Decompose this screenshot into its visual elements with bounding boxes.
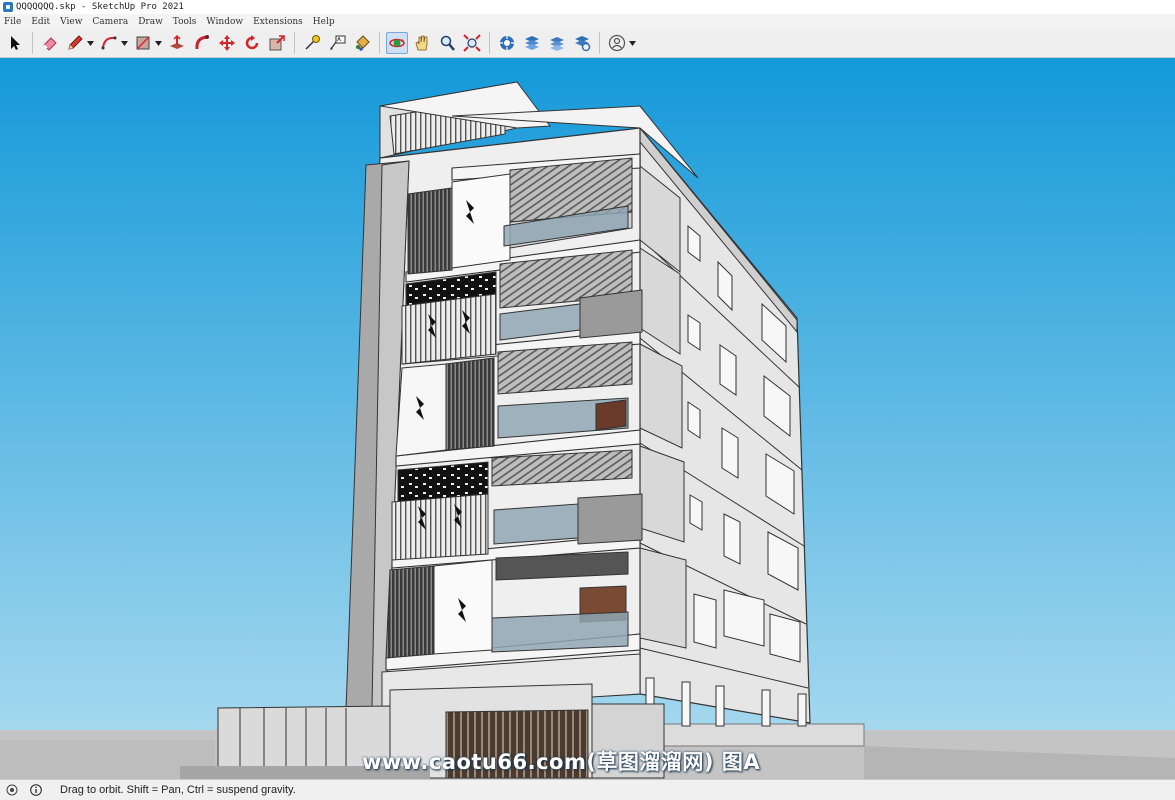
- rotate-tool[interactable]: [241, 32, 263, 54]
- orbit-icon: [389, 38, 405, 48]
- screen-panel: [385, 565, 435, 659]
- extension-warehouse-tool[interactable]: [521, 32, 543, 54]
- push-pull-tool[interactable]: [166, 32, 188, 54]
- menu-draw[interactable]: Draw: [134, 17, 169, 27]
- main-toolbar: [0, 29, 1175, 58]
- arrow-cursor-icon: [11, 36, 20, 50]
- follow-me-icon: [195, 35, 209, 50]
- warehouse-icon: [500, 36, 514, 50]
- pencil-icon: [68, 35, 83, 50]
- status-geolocation-icon[interactable]: [6, 784, 18, 796]
- wooden-door: [595, 399, 627, 431]
- warehouse-tool[interactable]: [496, 32, 518, 54]
- layout-icon: [550, 37, 564, 51]
- menu-edit[interactable]: Edit: [27, 17, 56, 27]
- status-bar: Drag to orbit. Shift = Pan, Ctrl = suspe…: [0, 779, 1175, 800]
- menu-file[interactable]: File: [0, 17, 27, 27]
- line-tool-dropdown[interactable]: [86, 32, 94, 54]
- screen-panel: [445, 357, 495, 451]
- chevron-down-icon: [154, 40, 162, 46]
- scale-tool[interactable]: [266, 32, 288, 54]
- toolbar-separator: [32, 32, 33, 54]
- wall-panel: [395, 363, 447, 457]
- screen-panel: [407, 187, 453, 275]
- zoom-extents-tool[interactable]: [461, 32, 483, 54]
- vertical-louver-panel: [401, 293, 497, 365]
- move-tool[interactable]: [216, 32, 238, 54]
- chevron-down-icon: [86, 40, 94, 46]
- line-tool[interactable]: [64, 32, 86, 54]
- pan-tool[interactable]: [411, 32, 433, 54]
- rectangle-icon: [136, 36, 150, 50]
- menu-view[interactable]: View: [56, 17, 88, 27]
- status-message: Drag to orbit. Shift = Pan, Ctrl = suspe…: [60, 784, 296, 796]
- zoom-extents-icon: [463, 34, 481, 52]
- menu-window[interactable]: Window: [202, 17, 249, 27]
- select-tool[interactable]: [4, 32, 26, 54]
- menu-camera[interactable]: Camera: [88, 17, 134, 27]
- info-icon: [30, 784, 42, 796]
- rotate-icon: [245, 35, 259, 50]
- planter-box: [579, 289, 643, 339]
- planter-box: [577, 493, 643, 545]
- zoom-tool[interactable]: [436, 32, 458, 54]
- text-icon: [330, 35, 346, 50]
- info-icon[interactable]: [30, 784, 42, 796]
- eraser-icon: [43, 37, 57, 51]
- wall-panel: [451, 173, 511, 269]
- window-title: QQQQQQQ.skp - SketchUp Pro 2021: [16, 2, 184, 12]
- building-model-scene[interactable]: [0, 58, 1175, 779]
- menu-tools[interactable]: Tools: [169, 17, 203, 27]
- glass-railing: [491, 611, 629, 653]
- paint-bucket-tool[interactable]: [351, 32, 373, 54]
- tape-measure-tool[interactable]: [301, 32, 323, 54]
- chevron-down-icon: [120, 40, 128, 46]
- glass-railing: [493, 503, 579, 545]
- arc-tool[interactable]: [98, 32, 120, 54]
- menu-help[interactable]: Help: [309, 17, 341, 27]
- tape-measure-icon: [305, 35, 320, 50]
- extension-manager-icon: [575, 36, 591, 52]
- sketchup-app-icon: [3, 2, 13, 12]
- toolbar-separator: [294, 32, 295, 54]
- toolbar-separator: [599, 32, 600, 54]
- push-pull-icon: [170, 34, 184, 49]
- move-icon: [219, 35, 235, 51]
- text-tool[interactable]: [326, 32, 348, 54]
- scale-icon: [269, 35, 285, 51]
- arc-icon: [101, 36, 117, 50]
- vertical-louver-panel: [391, 493, 489, 561]
- toolbar-separator: [489, 32, 490, 54]
- model-viewport[interactable]: www.caotu66.com(草图溜溜网) 图A: [0, 58, 1175, 779]
- account-icon: [608, 34, 626, 52]
- eraser-tool[interactable]: [39, 32, 61, 54]
- extension-warehouse-icon: [525, 36, 539, 50]
- status-circle-icon: [6, 784, 18, 796]
- magnifier-icon: [440, 35, 455, 51]
- extension-manager-tool[interactable]: [571, 32, 593, 54]
- menu-bar: File Edit View Camera Draw Tools Window …: [0, 14, 1175, 29]
- title-bar: QQQQQQQ.skp - SketchUp Pro 2021: [0, 0, 1175, 15]
- paint-bucket-icon: [356, 35, 370, 51]
- follow-me-tool[interactable]: [191, 32, 213, 54]
- side-balcony-returns: [639, 164, 687, 649]
- account-tool[interactable]: [606, 32, 628, 54]
- chevron-down-icon: [628, 40, 636, 46]
- plinth-wall: [659, 723, 865, 747]
- orbit-tool[interactable]: [386, 32, 408, 54]
- menu-extensions[interactable]: Extensions: [249, 17, 309, 27]
- account-dropdown[interactable]: [628, 32, 636, 54]
- layout-tool[interactable]: [546, 32, 568, 54]
- hand-icon: [415, 35, 428, 51]
- rectangle-tool[interactable]: [132, 32, 154, 54]
- rectangle-tool-dropdown[interactable]: [154, 32, 162, 54]
- watermark-text: www.caotu66.com(草图溜溜网) 图A: [362, 750, 761, 774]
- arc-tool-dropdown[interactable]: [120, 32, 128, 54]
- toolbar-separator: [379, 32, 380, 54]
